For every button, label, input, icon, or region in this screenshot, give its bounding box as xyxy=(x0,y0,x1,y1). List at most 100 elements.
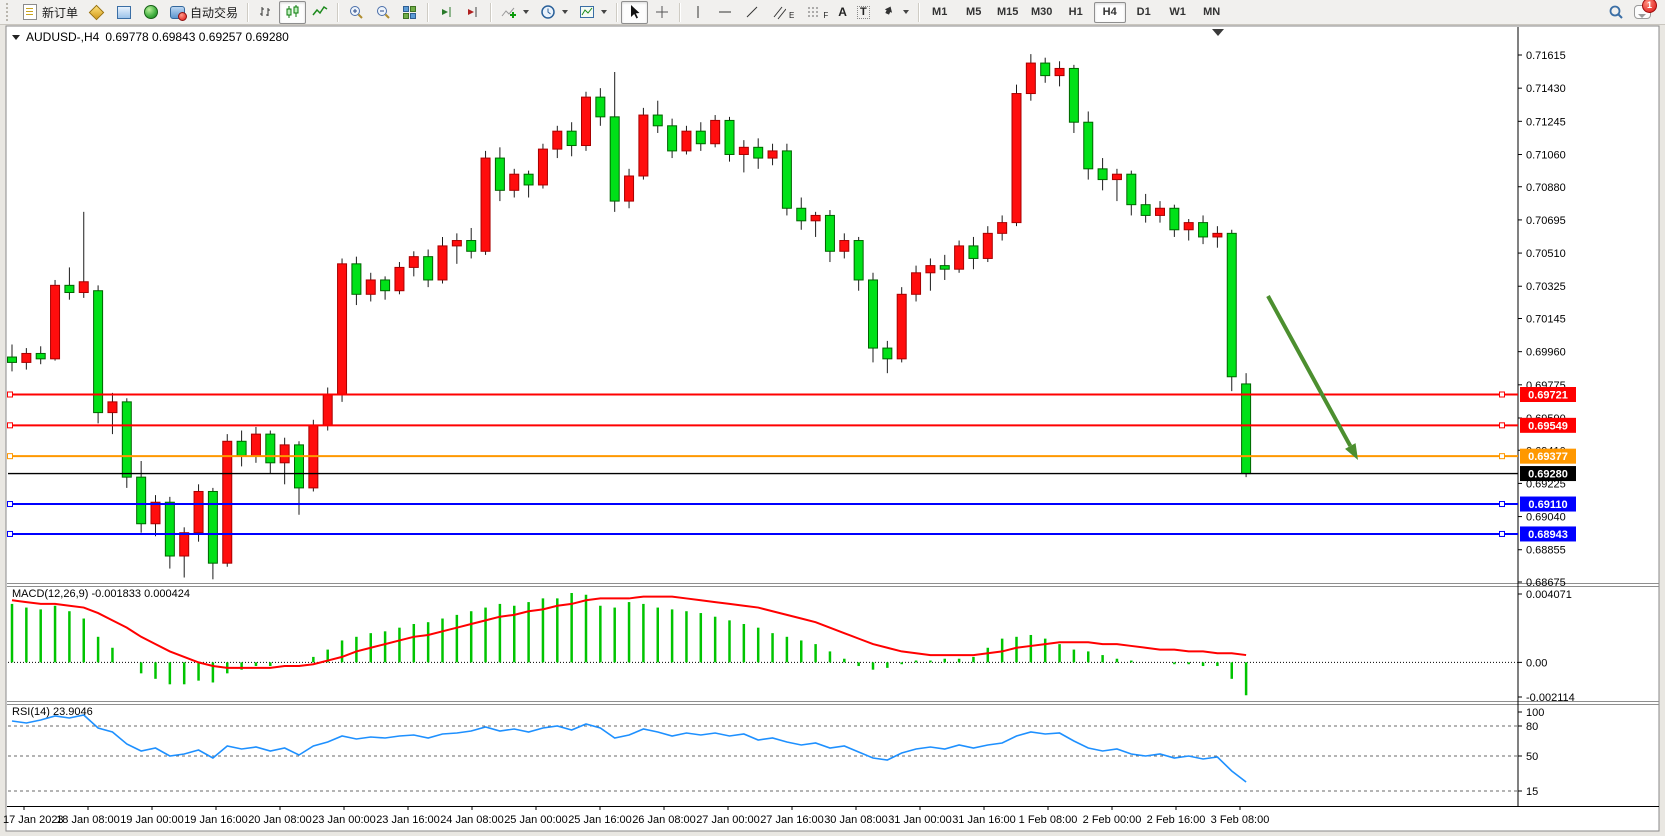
rsi-indicator-label: RSI(14) 23.9046 xyxy=(12,706,93,718)
timeframe-w1[interactable]: W1 xyxy=(1162,2,1194,23)
candle-body xyxy=(538,149,547,185)
time-axis-label: 23 Jan 00:00 xyxy=(312,814,376,826)
line-handle[interactable] xyxy=(1500,454,1505,459)
candle-body xyxy=(338,264,347,395)
line-handle[interactable] xyxy=(8,502,13,507)
new-order-button[interactable]: 新订单 xyxy=(16,1,83,24)
data-window-button[interactable] xyxy=(110,1,137,24)
time-axis-label: 26 Jan 08:00 xyxy=(632,814,696,826)
timeframe-group: M1M5M15M30H1H4D1W1MN xyxy=(923,2,1229,23)
time-axis-label: 25 Jan 16:00 xyxy=(568,814,632,826)
auto-scroll-button[interactable] xyxy=(432,1,459,24)
line-handle[interactable] xyxy=(1500,423,1505,428)
timeframe-d1[interactable]: D1 xyxy=(1128,2,1160,23)
zoom-in-button[interactable] xyxy=(342,1,369,24)
market-watch-button[interactable] xyxy=(83,1,110,24)
crosshair-button[interactable] xyxy=(648,1,675,24)
cursor-button[interactable] xyxy=(621,1,648,24)
line-chart-button[interactable] xyxy=(306,1,333,24)
candle-body xyxy=(1098,169,1107,180)
candle-body xyxy=(194,491,203,532)
candle-body xyxy=(1170,208,1179,230)
text-label-tool[interactable]: T xyxy=(852,1,875,24)
timeframe-m15[interactable]: M15 xyxy=(992,2,1024,23)
line-handle[interactable] xyxy=(8,392,13,397)
price-axis-label: 0.71430 xyxy=(1526,83,1566,95)
toolbar-separator xyxy=(427,3,428,22)
candle-body xyxy=(883,348,892,359)
search-button[interactable] xyxy=(1602,1,1629,24)
candle-body xyxy=(495,158,504,190)
candle-body xyxy=(940,266,949,270)
timeframe-m1[interactable]: M1 xyxy=(924,2,956,23)
chart-shift-icon xyxy=(464,4,481,21)
window-menu-icon[interactable] xyxy=(12,35,20,40)
equidistant-channel-tool[interactable]: E xyxy=(765,1,799,24)
bar-chart-button[interactable] xyxy=(252,1,279,24)
tile-windows-button[interactable] xyxy=(396,1,423,24)
chart-canvas[interactable]: 0.716150.714300.712450.710600.708800.706… xyxy=(0,0,1665,836)
candle-body xyxy=(639,115,648,176)
templates-button[interactable] xyxy=(573,1,612,24)
horizontal-line-tool[interactable] xyxy=(711,1,738,24)
candle-body xyxy=(1112,174,1121,179)
candle-body xyxy=(208,491,217,563)
candle-body xyxy=(739,147,748,154)
candlestick-chart-button[interactable] xyxy=(279,1,306,24)
time-axis-label: 2 Feb 00:00 xyxy=(1083,814,1142,826)
price-axis-label: 0.71615 xyxy=(1526,50,1566,62)
price-axis-label: 0.70880 xyxy=(1526,182,1566,194)
candle-body xyxy=(323,395,332,425)
fibonacci-tool[interactable]: F xyxy=(799,1,833,24)
time-axis-label: 17 Jan 2023 xyxy=(3,814,64,826)
candle-body xyxy=(8,357,17,362)
line-handle[interactable] xyxy=(1500,531,1505,536)
time-axis-label: 31 Jan 16:00 xyxy=(952,814,1016,826)
timeframe-m5[interactable]: M5 xyxy=(958,2,990,23)
vertical-line-tool[interactable] xyxy=(684,1,711,24)
candlestick-chart-icon xyxy=(284,4,301,21)
autotrading-button[interactable]: 自动交易 xyxy=(164,1,243,24)
candle-body xyxy=(65,285,74,292)
time-axis-label: 1 Feb 08:00 xyxy=(1019,814,1078,826)
chart-window-frame xyxy=(6,26,1659,831)
line-handle[interactable] xyxy=(8,454,13,459)
price-badge-label: 0.69377 xyxy=(1528,451,1568,463)
horizontal-line-icon xyxy=(716,4,733,21)
timeframe-h1[interactable]: H1 xyxy=(1060,2,1092,23)
candle-body xyxy=(854,241,863,280)
timeframe-m30[interactable]: M30 xyxy=(1026,2,1058,23)
line-handle[interactable] xyxy=(1500,392,1505,397)
line-handle[interactable] xyxy=(1500,502,1505,507)
candle-body xyxy=(280,445,289,463)
price-axis-label: 0.69960 xyxy=(1526,347,1566,359)
timeframe-h4[interactable]: H4 xyxy=(1094,2,1126,23)
candle-body xyxy=(1012,94,1021,223)
add-indicator-button[interactable] xyxy=(495,1,534,24)
candle-body xyxy=(553,131,562,149)
zoom-out-button[interactable] xyxy=(369,1,396,24)
text-tool[interactable]: A xyxy=(833,1,852,24)
fibonacci-glyph: F xyxy=(823,11,828,20)
line-handle[interactable] xyxy=(8,531,13,536)
toolbar-grip[interactable] xyxy=(6,3,13,21)
navigator-button[interactable] xyxy=(137,1,164,24)
price-axis-label: 0.70325 xyxy=(1526,281,1566,293)
periods-button[interactable] xyxy=(534,1,573,24)
cursor-icon xyxy=(626,4,643,21)
add-indicator-icon xyxy=(500,4,517,21)
candle-body xyxy=(237,441,246,455)
notifications-button[interactable]: 1 xyxy=(1629,1,1656,24)
trendline-tool[interactable] xyxy=(738,1,765,24)
line-handle[interactable] xyxy=(8,423,13,428)
crosshair-icon xyxy=(653,4,670,21)
candle-body xyxy=(668,126,677,151)
candle-body xyxy=(1141,205,1150,216)
main-toolbar: 新订单 自动交易 xyxy=(0,0,1665,25)
timeframe-mn[interactable]: MN xyxy=(1196,2,1228,23)
candle-body xyxy=(1055,68,1064,75)
price-axis-label: 0.70695 xyxy=(1526,215,1566,227)
arrows-tool[interactable] xyxy=(875,1,914,24)
chart-shift-button[interactable] xyxy=(459,1,486,24)
candle-body xyxy=(682,131,691,151)
